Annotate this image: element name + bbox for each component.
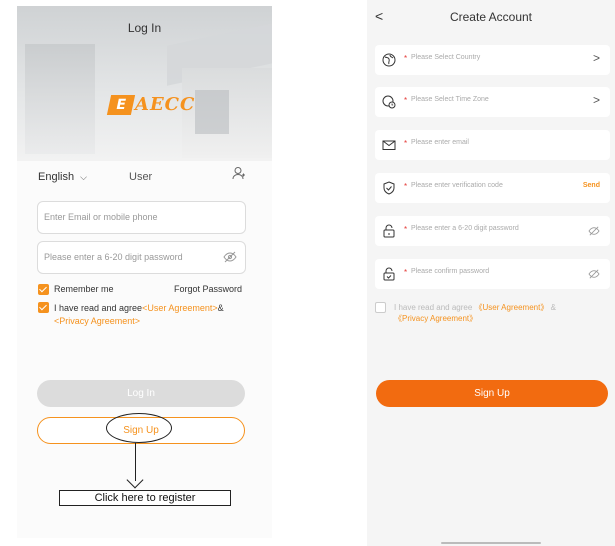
remember-me-checkbox[interactable]	[38, 284, 49, 295]
password-input[interactable]: Please enter a 6-20 digit password	[37, 241, 246, 274]
password-field[interactable]: * Please enter a 6-20 digit password	[375, 216, 610, 246]
country-select[interactable]: * Please Select Country >	[375, 45, 610, 75]
amp: &	[217, 303, 224, 313]
language-label: English	[38, 171, 75, 183]
highlight-circle	[106, 413, 172, 443]
aecc-logo: E AECC	[106, 94, 196, 115]
building-image	[25, 44, 95, 154]
send-code-button[interactable]: Send	[583, 182, 600, 189]
required-mark: *	[404, 139, 408, 148]
eye-off-icon[interactable]	[588, 226, 600, 236]
create-account-screen: < Create Account * Please Select Country…	[367, 0, 615, 546]
email-input[interactable]: Enter Email or mobile phone	[37, 201, 246, 234]
forgot-password-link[interactable]: Forgot Password	[174, 284, 242, 294]
privacy-agreement-link[interactable]: <Privacy Agreement>	[54, 316, 140, 326]
lock-icon	[383, 224, 395, 238]
password-placeholder: Please enter a 6-20 digit password	[44, 252, 183, 262]
email-placeholder: Enter Email or mobile phone	[44, 212, 158, 222]
required-mark: *	[404, 54, 408, 63]
home-indicator	[441, 542, 541, 544]
agreement-text: I have read and agree 《User Agreement》 &…	[394, 302, 609, 324]
email-placeholder: Please enter email	[411, 139, 469, 146]
password-placeholder: Please enter a 6-20 digit password	[411, 225, 519, 232]
window-image	[195, 90, 229, 134]
timezone-icon	[382, 95, 396, 109]
email-field[interactable]: * Please enter email	[375, 130, 610, 160]
agreement-checkbox[interactable]	[375, 302, 386, 313]
user-agreement-link[interactable]: 《User Agreement》	[475, 303, 549, 312]
verification-code-field[interactable]: * Please enter verification code Send	[375, 173, 610, 203]
lock-check-icon	[383, 267, 395, 281]
confirm-password-placeholder: Please confirm password	[411, 268, 490, 275]
chevron-down-icon: ⌵	[80, 171, 87, 182]
eye-off-icon[interactable]	[588, 269, 600, 279]
agreement-checkbox[interactable]	[38, 302, 49, 313]
chevron-right-icon: >	[592, 51, 600, 65]
login-card: English ⌵ User Enter Email or mobile pho…	[17, 161, 272, 538]
agree-prefix: I have read and agree	[54, 303, 143, 313]
remember-me-label: Remember me	[54, 284, 114, 294]
eye-off-icon[interactable]	[223, 251, 237, 263]
login-screen: Log In E AECC English ⌵ User Enter Email…	[17, 6, 272, 538]
signup-button[interactable]: Sign Up	[376, 380, 608, 407]
register-annotation: Click here to register	[59, 490, 231, 506]
logo-text: AECC	[135, 94, 196, 115]
required-mark: *	[404, 225, 408, 234]
required-mark: *	[404, 182, 408, 191]
screenshot: Log In E AECC English ⌵ User Enter Email…	[0, 0, 615, 546]
logo-mark: E	[106, 94, 136, 115]
shield-check-icon	[383, 181, 395, 195]
mail-icon	[382, 140, 396, 150]
user-agreement-link[interactable]: <User Agreement>	[142, 303, 218, 313]
verification-placeholder: Please enter verification code	[411, 182, 503, 189]
user-tab[interactable]: User	[129, 171, 152, 183]
amp: &	[550, 303, 556, 312]
chevron-right-icon: >	[592, 93, 600, 107]
arrow-head	[126, 471, 144, 489]
create-account-title: Create Account	[449, 10, 533, 24]
page-title: Log In	[127, 21, 162, 35]
required-mark: *	[404, 268, 408, 277]
language-selector[interactable]: English ⌵	[38, 171, 87, 183]
agreement-text: I have read and agree<User Agreement>& <…	[54, 302, 254, 328]
timezone-select[interactable]: * Please Select Time Zone >	[375, 87, 610, 117]
timezone-placeholder: Please Select Time Zone	[411, 96, 489, 103]
globe-icon	[382, 53, 396, 67]
required-mark: *	[404, 96, 408, 105]
country-placeholder: Please Select Country	[411, 54, 481, 61]
confirm-password-field[interactable]: * Please confirm password	[375, 259, 610, 289]
user-icon[interactable]	[232, 166, 246, 180]
agree-prefix: I have read and agree	[394, 303, 473, 312]
login-button[interactable]: Log In	[37, 380, 245, 407]
privacy-agreement-link[interactable]: 《Privacy Agreement》	[394, 314, 477, 323]
